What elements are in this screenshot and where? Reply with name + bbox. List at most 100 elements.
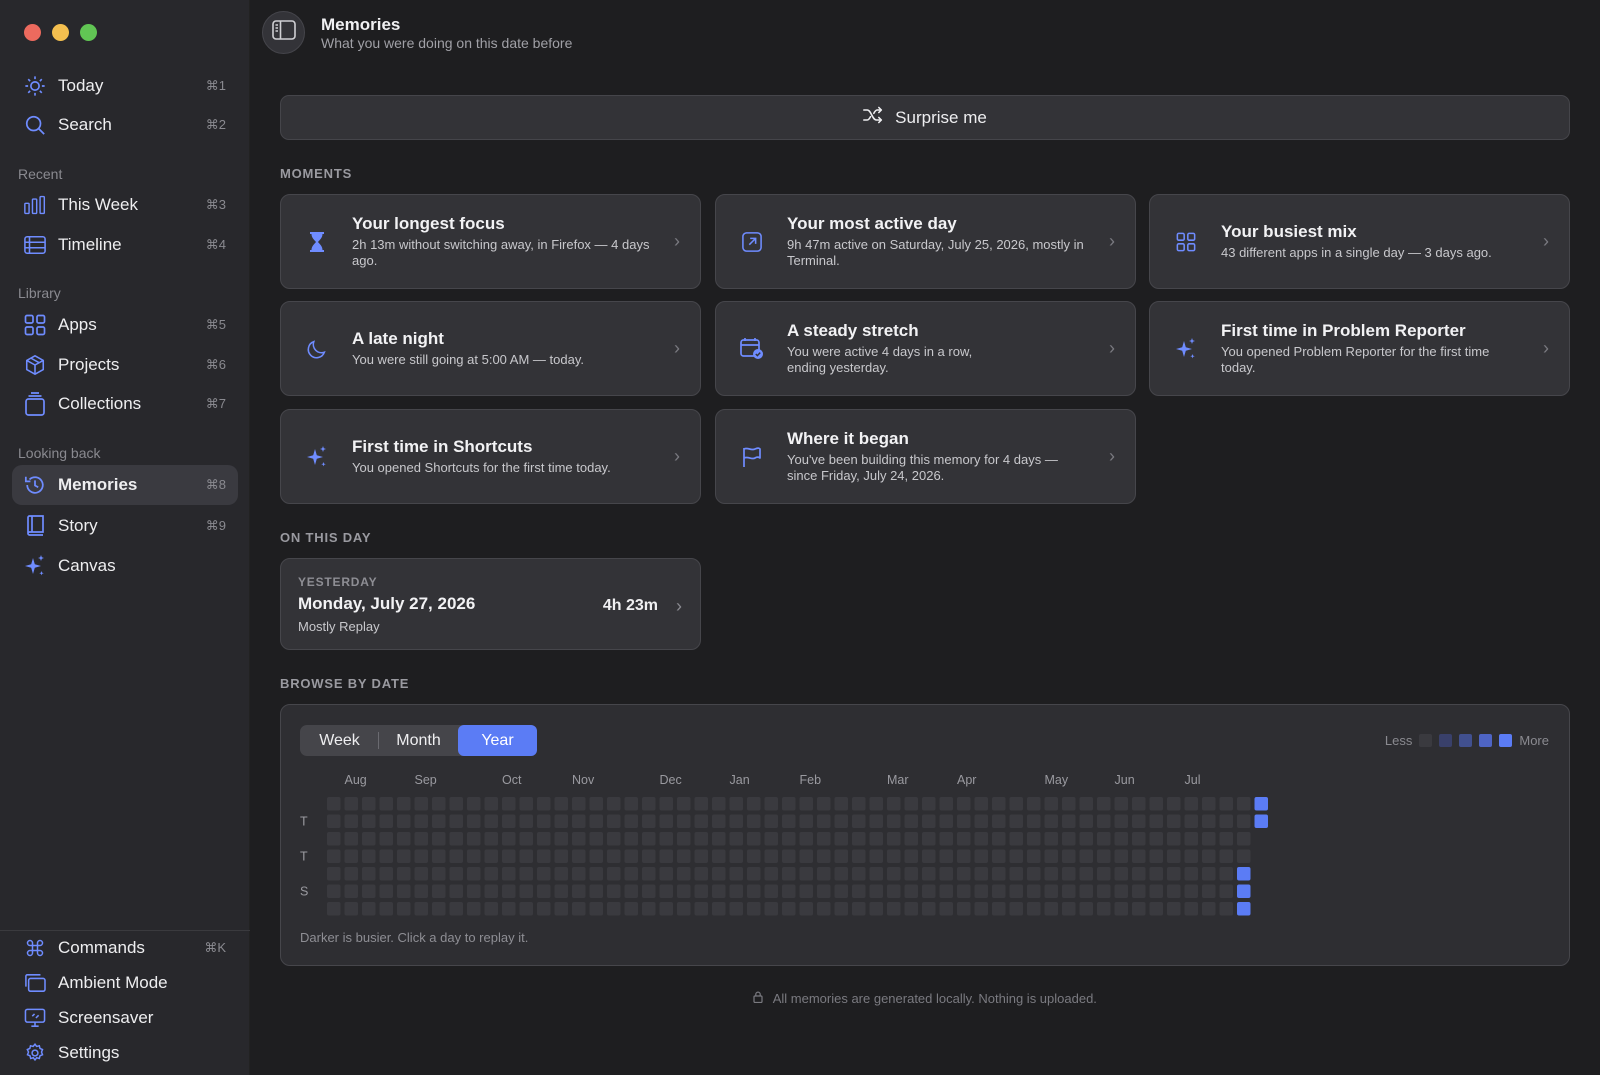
heatmap-day-cell[interactable] [799,849,814,864]
heatmap-day-cell[interactable] [1009,867,1024,881]
heatmap-day-cell[interactable] [379,902,394,916]
heatmap-day-cell[interactable] [869,884,884,899]
heatmap-day-cell[interactable] [782,832,796,846]
moment-card-most-active-day[interactable]: Your most active day 9h 47m active on Sat… [715,194,1136,289]
heatmap-day-cell[interactable] [397,867,411,881]
heatmap-day-cell[interactable] [432,867,446,881]
minimize-window-button[interactable] [52,24,69,41]
heatmap-day-cell[interactable] [677,797,691,811]
heatmap-day-cell[interactable] [589,797,604,811]
heatmap-day-cell[interactable] [607,884,621,899]
heatmap-day-cell[interactable] [1237,797,1251,811]
heatmap-day-cell[interactable] [607,849,621,864]
heatmap-day-cell[interactable] [414,849,429,864]
heatmap-day-cell[interactable] [904,867,919,881]
heatmap-day-cell[interactable] [624,902,639,916]
heatmap-day-cell[interactable] [1062,832,1076,846]
heatmap-day-cell[interactable] [1009,832,1024,846]
heatmap-day-cell[interactable] [887,902,901,916]
heatmap-day-cell[interactable] [782,902,796,916]
heatmap-day-cell[interactable] [589,849,604,864]
heatmap-day-cell[interactable] [589,867,604,881]
heatmap-day-cell[interactable] [1097,849,1111,864]
heatmap-day-cell[interactable] [624,849,639,864]
heatmap-day-cell[interactable] [449,884,464,899]
heatmap-day-cell[interactable] [414,902,429,916]
sidebar-item-this-week[interactable]: This Week ⌘3 [12,185,238,225]
heatmap-day-cell[interactable] [729,814,744,829]
heatmap-day-cell[interactable] [957,832,971,846]
heatmap-day-cell[interactable] [379,814,394,829]
heatmap-day-cell[interactable] [607,814,621,829]
heatmap-day-cell[interactable] [554,902,569,916]
heatmap-day-cell[interactable] [1219,867,1234,881]
heatmap-day-cell[interactable] [484,849,499,864]
heatmap-day-cell[interactable] [327,884,341,899]
heatmap-day-cell[interactable] [554,849,569,864]
heatmap-day-cell[interactable] [537,902,551,916]
heatmap-day-cell[interactable] [484,884,499,899]
heatmap-day-cell[interactable] [992,902,1006,916]
on-this-day-card[interactable]: YESTERDAY Monday, July 27, 2026 Mostly R… [280,558,701,650]
heatmap-day-cell[interactable] [1062,814,1076,829]
heatmap-day-cell[interactable] [869,814,884,829]
heatmap-day-cell[interactable] [747,884,761,899]
heatmap-day-cell[interactable] [764,867,779,881]
heatmap-day-cell[interactable] [362,849,376,864]
heatmap-day-cell[interactable] [782,884,796,899]
heatmap-day-cell[interactable] [327,849,341,864]
heatmap-day-cell[interactable] [1097,814,1111,829]
heatmap-day-cell[interactable] [834,884,849,899]
heatmap-day-cell[interactable] [712,902,726,916]
heatmap-day-cell[interactable] [1044,797,1059,811]
heatmap-day-cell[interactable] [537,884,551,899]
moment-card-first-problem-reporter[interactable]: First time in Problem Reporter You opened… [1149,301,1570,396]
heatmap-day-cell[interactable] [572,832,586,846]
heatmap-day-cell[interactable] [414,832,429,846]
heatmap-day-cell[interactable] [782,797,796,811]
heatmap-day-cell[interactable] [642,832,656,846]
heatmap-day-cell[interactable] [694,797,709,811]
heatmap-day-cell[interactable] [1132,902,1146,916]
heatmap-day-cell[interactable] [1097,902,1111,916]
heatmap-day-cell[interactable] [344,884,359,899]
heatmap-day-cell[interactable] [467,884,481,899]
heatmap-day-cell[interactable] [694,849,709,864]
heatmap-day-cell[interactable] [1237,849,1251,864]
heatmap-day-cell[interactable] [747,867,761,881]
heatmap-day-cell[interactable] [572,902,586,916]
heatmap-day-cell[interactable] [1237,884,1251,899]
heatmap-day-cell[interactable] [519,814,534,829]
heatmap-day-cell[interactable] [1167,884,1181,899]
heatmap-day-cell[interactable] [1027,797,1041,811]
heatmap-day-cell[interactable] [659,902,674,916]
heatmap-day-cell[interactable] [659,797,674,811]
heatmap-day-cell[interactable] [1114,832,1129,846]
heatmap-day-cell[interactable] [607,902,621,916]
heatmap-day-cell[interactable] [887,867,901,881]
heatmap-day-cell[interactable] [397,797,411,811]
heatmap-day-cell[interactable] [1097,884,1111,899]
heatmap-day-cell[interactable] [817,849,831,864]
heatmap-day-cell[interactable] [362,867,376,881]
moment-card-first-shortcuts[interactable]: First time in Shortcuts You opened Shortc… [280,409,701,504]
heatmap-day-cell[interactable] [537,797,551,811]
heatmap-day-cell[interactable] [1079,902,1094,916]
heatmap-day-cell[interactable] [677,832,691,846]
heatmap-day-cell[interactable] [799,902,814,916]
heatmap-day-cell[interactable] [1132,814,1146,829]
heatmap-day-cell[interactable] [782,867,796,881]
heatmap-day-cell[interactable] [624,884,639,899]
heatmap-day-cell[interactable] [1114,814,1129,829]
heatmap-day-cell[interactable] [1009,814,1024,829]
heatmap-day-cell[interactable] [764,832,779,846]
heatmap-day-cell[interactable] [974,902,989,916]
heatmap-day-cell[interactable] [554,867,569,881]
heatmap-day-cell[interactable] [362,832,376,846]
heatmap-day-cell[interactable] [974,849,989,864]
heatmap-day-cell[interactable] [852,797,866,811]
heatmap-day-cell[interactable] [677,849,691,864]
heatmap-day-cell[interactable] [344,849,359,864]
heatmap-day-cell[interactable] [362,884,376,899]
sidebar-item-ambient-mode[interactable]: Ambient Mode [12,965,238,1000]
